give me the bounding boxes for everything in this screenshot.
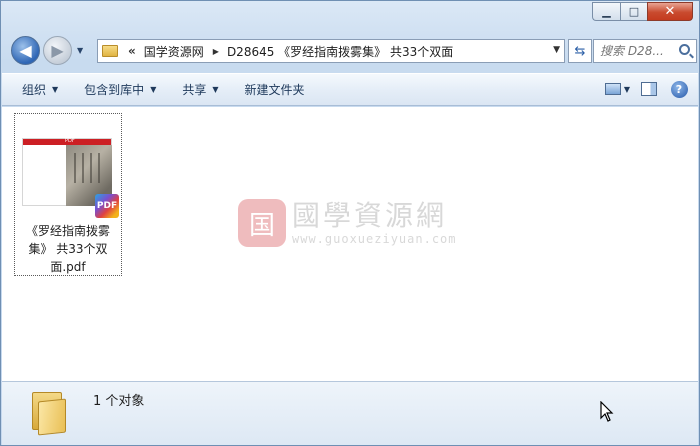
forward-button[interactable]: ▶ bbox=[43, 36, 72, 65]
organize-label: 组织 bbox=[22, 83, 47, 97]
breadcrumb-guoxue[interactable]: 国学资源网 bbox=[144, 43, 204, 60]
command-bar: 组织 ▼ 包含到库中 ▼ 共享 ▼ 新建文件夹 ▼ ? bbox=[2, 73, 698, 106]
watermark-logo-icon: 国 bbox=[238, 199, 286, 247]
chevron-down-icon: ▼ bbox=[150, 85, 157, 94]
folder-icon bbox=[102, 45, 118, 57]
thumbnail-header-text: PDF bbox=[65, 138, 75, 144]
search-icon[interactable] bbox=[679, 44, 690, 55]
folder-icon bbox=[30, 388, 68, 436]
search-input[interactable] bbox=[600, 44, 680, 58]
address-dropdown-icon[interactable]: ▼ bbox=[553, 45, 560, 55]
view-icon bbox=[604, 83, 621, 95]
chevron-down-icon: ▼ bbox=[212, 85, 219, 94]
explorer-window: ▁ □ ✕ ◀ ▶ ▼ « 国学资源网 ▶ D28645 《罗经指南拨雾集》 共… bbox=[0, 0, 700, 446]
breadcrumb-current-folder[interactable]: D28645 《罗经指南拨雾集》 共33个双面 bbox=[227, 43, 453, 60]
close-button[interactable]: ✕ bbox=[647, 2, 693, 21]
chevron-down-icon: ▼ bbox=[52, 85, 59, 94]
watermark-text: 國學資源網 www.guoxueziyuan.com bbox=[292, 199, 457, 247]
toolbar-right-group: ▼ ? bbox=[594, 78, 690, 100]
help-icon: ? bbox=[670, 80, 688, 98]
new-folder-button[interactable]: 新建文件夹 bbox=[239, 78, 311, 102]
preview-pane-icon bbox=[641, 82, 657, 96]
share-label: 共享 bbox=[182, 83, 207, 97]
caption-buttons: ▁ □ ✕ bbox=[592, 2, 693, 21]
back-button[interactable]: ◀ bbox=[11, 36, 40, 65]
file-list-pane[interactable]: PDF PDF 《罗经指南拨雾集》 共33个双面.pdf 国 國學資源網 www… bbox=[2, 107, 698, 381]
include-in-library-button[interactable]: 包含到库中 ▼ bbox=[78, 78, 162, 102]
details-pane: 1 个对象 bbox=[2, 381, 698, 445]
change-view-button[interactable] bbox=[602, 78, 624, 100]
view-options-chevron-icon[interactable]: ▼ bbox=[624, 85, 630, 94]
organize-button[interactable]: 组织 ▼ bbox=[16, 78, 64, 102]
refresh-button[interactable]: ⇆ bbox=[568, 39, 592, 63]
recent-pages-icon[interactable]: ▼ bbox=[77, 46, 83, 55]
item-count: 1 个对象 bbox=[93, 394, 145, 409]
watermark-url: www.guoxueziyuan.com bbox=[292, 232, 457, 246]
share-button[interactable]: 共享 ▼ bbox=[176, 78, 224, 102]
file-name-label[interactable]: 《罗经指南拨雾集》 共33个双面.pdf bbox=[15, 222, 121, 276]
minimize-button[interactable]: ▁ bbox=[592, 2, 620, 21]
maximize-button[interactable]: □ bbox=[620, 2, 647, 21]
chevron-right-icon[interactable]: ▶ bbox=[213, 47, 219, 56]
include-in-library-label: 包含到库中 bbox=[84, 83, 145, 97]
new-folder-label: 新建文件夹 bbox=[244, 83, 305, 97]
pdf-file-icon: PDF bbox=[95, 194, 119, 218]
file-item-pdf[interactable]: PDF PDF 《罗经指南拨雾集》 共33个双面.pdf bbox=[14, 113, 122, 276]
search-box[interactable] bbox=[593, 39, 697, 63]
navigation-bar: ◀ ▶ ▼ « 国学资源网 ▶ D28645 《罗经指南拨雾集》 共33个双面 … bbox=[9, 34, 697, 68]
address-overflow-button[interactable]: « bbox=[128, 44, 136, 58]
preview-pane-button[interactable] bbox=[638, 78, 660, 100]
help-button[interactable]: ? bbox=[668, 78, 690, 100]
address-bar[interactable]: « 国学资源网 ▶ D28645 《罗经指南拨雾集》 共33个双面 ▼ bbox=[97, 39, 565, 63]
watermark: 国 國學資源網 www.guoxueziyuan.com bbox=[238, 199, 457, 247]
watermark-chinese: 國學資源網 bbox=[292, 199, 448, 232]
